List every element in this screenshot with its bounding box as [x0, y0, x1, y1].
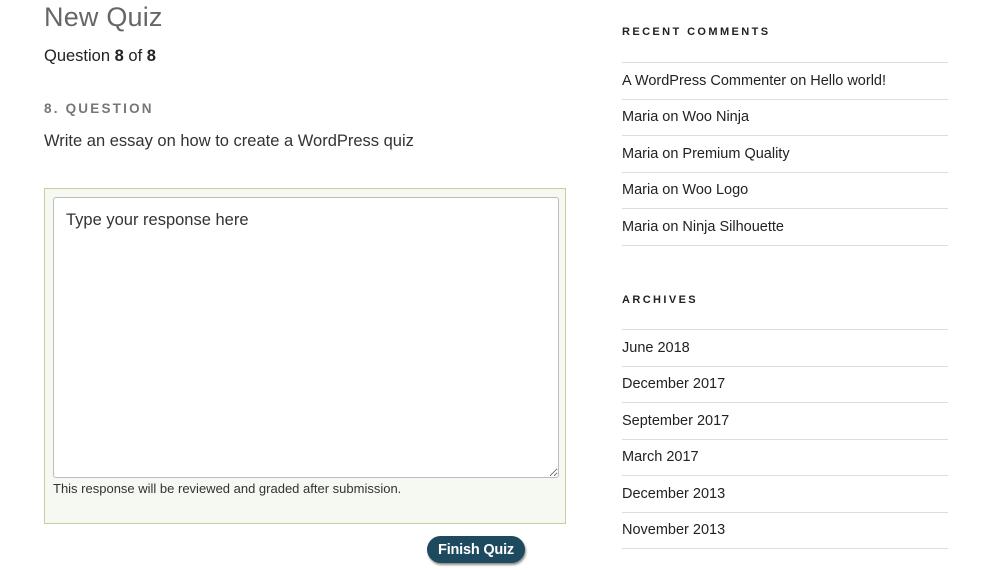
archives-title: Archives [622, 294, 699, 306]
recent-comment-item: Maria on Premium Quality [622, 136, 948, 173]
comment-post-link[interactable]: Woo Logo [682, 182, 748, 198]
comment-on-label: on [662, 218, 679, 235]
grading-hint: This response will be reviewed and grade… [53, 481, 402, 496]
recent-comments-list: A WordPress Commenter on Hello world! Maria… [622, 62, 948, 246]
answer-box: This response will be reviewed and grade… [44, 188, 566, 524]
archive-link[interactable]: September 2017 [622, 413, 729, 429]
comment-on-label: on [662, 182, 679, 199]
archive-link[interactable]: December 2013 [622, 486, 725, 502]
response-textarea[interactable] [53, 197, 559, 478]
question-heading: 8. Question [44, 101, 154, 116]
question-progress: Question 8 of 8 [44, 47, 156, 66]
archive-link[interactable]: November 2013 [622, 522, 725, 538]
archive-item: September 2017 [622, 403, 948, 440]
recent-comment-item: Maria on Woo Logo [622, 173, 948, 209]
progress-of: of [128, 47, 143, 65]
comment-on-label: on [662, 145, 679, 162]
comment-post-link[interactable]: Hello world! [810, 73, 886, 89]
archive-item: November 2013 [622, 513, 948, 549]
archive-item: December 2017 [622, 367, 948, 403]
progress-current: 8 [114, 47, 124, 65]
archive-link[interactable]: March 2017 [622, 449, 699, 465]
quiz-title: New Quiz [44, 2, 163, 32]
comment-on-label: on [790, 72, 807, 89]
comment-author-link[interactable]: Maria [622, 109, 658, 125]
progress-total: 8 [146, 47, 156, 65]
comment-author-link[interactable]: A WordPress Commenter [622, 73, 786, 89]
comment-author-link[interactable]: Maria [622, 219, 658, 235]
comment-on-label: on [662, 109, 679, 126]
comment-post-link[interactable]: Woo Ninja [682, 109, 749, 125]
archive-item: June 2018 [622, 330, 948, 367]
archive-item: March 2017 [622, 440, 948, 476]
comment-post-link[interactable]: Premium Quality [682, 146, 789, 162]
question-text: Write an essay on how to create a WordPr… [44, 132, 414, 150]
recent-comment-item: Maria on Ninja Silhouette [622, 209, 948, 246]
finish-quiz-button[interactable]: Finish Quiz [427, 536, 525, 563]
archive-link[interactable]: December 2017 [622, 376, 725, 392]
archives-list: June 2018 December 2017 September 2017 Marc… [622, 329, 948, 549]
recent-comments-title: Recent Comments [622, 26, 771, 38]
recent-comment-item: Maria on Woo Ninja [622, 100, 948, 136]
comment-post-link[interactable]: Ninja Silhouette [682, 219, 784, 235]
comment-author-link[interactable]: Maria [622, 146, 658, 162]
recent-comment-item: A WordPress Commenter on Hello world! [622, 63, 948, 100]
archive-link[interactable]: June 2018 [622, 340, 690, 356]
comment-author-link[interactable]: Maria [622, 182, 658, 198]
progress-prefix: Question [44, 47, 111, 65]
archive-item: December 2013 [622, 476, 948, 513]
